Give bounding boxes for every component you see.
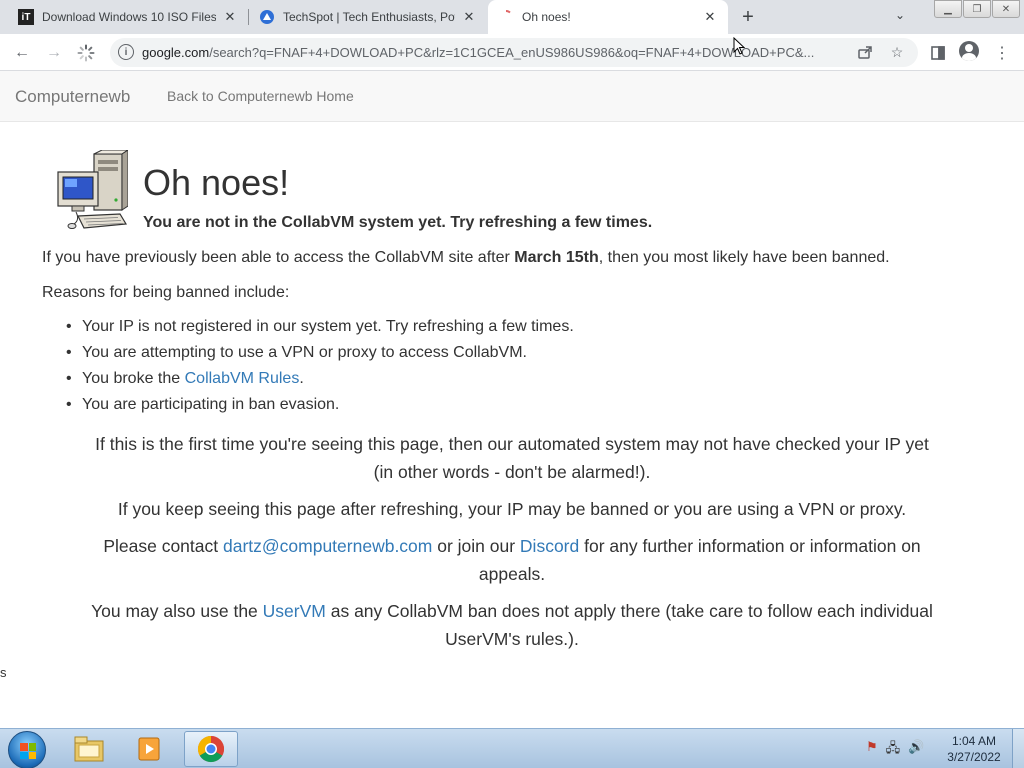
uservm-link[interactable]: UserVM [263,601,326,621]
back-arrow-icon[interactable]: ← [10,41,34,65]
list-item: You are attempting to use a VPN or proxy… [66,344,574,370]
bookmark-star-icon[interactable]: ☆ [888,43,906,61]
email-link[interactable]: dartz@computernewb.com [223,536,432,556]
system-tray: ⚑ 🖧 🔊 [866,739,924,761]
close-tab-icon[interactable]: ✕ [461,9,477,25]
contact-text: for any further information or informati… [579,536,921,556]
itpro-favicon-icon: iT [18,9,34,25]
uservm-text: You may also use the [91,601,263,621]
side-panel-icon[interactable] [926,41,950,65]
rules-link[interactable]: CollabVM Rules [185,370,300,387]
action-center-flag-icon[interactable]: ⚑ [866,739,878,761]
close-tab-icon[interactable]: ✕ [222,9,238,25]
tab-title: Download Windows 10 ISO Files [42,10,216,24]
chrome-icon[interactable] [184,731,238,767]
discord-link[interactable]: Discord [520,536,579,556]
tab-oh-noes[interactable]: Oh noes! ✕ [488,0,728,34]
tab-techspot[interactable]: TechSpot | Tech Enthusiasts, Pow ✕ [249,0,487,34]
site-brand[interactable]: Computernewb [15,87,130,107]
tab-strip: iT Download Windows 10 ISO Files ✕ TechS… [0,0,1024,34]
home-link[interactable]: Back to Computernewb Home [167,88,354,104]
list-item: Your IP is not registered in our system … [66,318,574,344]
show-desktop-button[interactable] [1012,729,1024,768]
intro-paragraph: If you have previously been able to acce… [42,249,890,267]
site-info-icon[interactable]: i [118,44,134,60]
media-player-icon[interactable] [122,731,176,767]
stray-text: s [0,665,7,680]
tab-title: Oh noes! [522,10,571,24]
tab-search-chevron-icon[interactable]: ⌄ [895,8,905,22]
loading-icon [498,9,514,25]
menu-kebab-icon[interactable]: ⋮ [990,41,1014,65]
network-icon[interactable]: 🖧 [886,739,901,761]
list-item: You are participating in ban evasion. [66,396,574,422]
address-bar[interactable]: i google.com/search?q=FNAF+4+DOWLOAD+PC&… [110,38,918,67]
first-time-line: If this is the first time you're seeing … [95,434,929,454]
explorer-icon[interactable] [62,731,116,767]
list-item: You broke the CollabVM Rules. [66,370,574,396]
page-title: Oh noes! [143,162,290,203]
url-path: /search?q=FNAF+4+DOWLOAD+PC&rlz=1C1GCEA_… [209,45,815,60]
contact-text: Please contact [103,536,223,556]
intro-date: March 15th [514,249,599,266]
minimize-button[interactable]: ▁ [934,0,962,18]
tab-download-windows[interactable]: iT Download Windows 10 ISO Files ✕ [8,0,248,34]
uservm-text: as any CollabVM ban does not apply there… [325,601,933,621]
contact-paragraph: Please contact dartz@computernewb.com or… [40,532,984,588]
share-icon[interactable] [856,43,874,61]
tab-title: TechSpot | Tech Enthusiasts, Pow [283,10,455,24]
contact-text: or join our [432,536,520,556]
url-host: google.com [142,45,210,60]
browser-toolbar: ← → i google.com/search?q=FNAF+4+DOWLOAD… [0,34,1024,71]
window-controls: ▁ ❐ ✕ [933,0,1020,18]
clock[interactable]: 1:04 AM 3/27/2022 [940,733,1008,765]
first-time-line: (in other words - don't be alarmed!). [373,462,651,482]
loading-spinner-icon[interactable] [74,41,98,65]
page-subtitle: You are not in the CollabVM system yet. … [143,214,653,231]
mouse-cursor-icon [733,37,745,55]
clock-time: 1:04 AM [951,734,997,748]
techspot-icon [259,9,275,25]
forward-arrow-icon[interactable]: → [42,41,66,65]
start-button[interactable] [8,731,46,768]
computer-icon [57,150,128,229]
new-tab-button[interactable]: + [736,5,760,29]
contact-text: appeals. [478,564,546,584]
list-item-text: You broke the [82,370,185,387]
intro-text-end: , then you most likely have been banned. [598,249,890,266]
keep-seeing-paragraph: If you keep seeing this page after refre… [117,499,907,519]
site-navbar: Computernewb Back to Computernewb Home [0,71,1024,122]
reasons-title: Reasons for being banned include: [42,284,290,301]
volume-icon[interactable]: 🔊 [908,739,924,761]
main-content: Oh noes! You are not in the CollabVM sys… [0,122,1024,728]
list-item-text: You are attempting to use a VPN or proxy… [82,344,527,361]
taskbar: ⚑ 🖧 🔊 1:04 AM 3/27/2022 [0,728,1024,768]
clock-date: 3/27/2022 [947,750,1001,764]
list-item-suffix: . [299,370,304,387]
uservm-text: UserVM's rules.). [445,629,579,649]
intro-text: If you have previously been able to acce… [42,249,515,266]
first-time-paragraph: If this is the first time you're seeing … [40,430,984,486]
windows-logo-icon [20,743,36,759]
close-window-button[interactable]: ✕ [992,0,1020,18]
url-text[interactable]: google.com/search?q=FNAF+4+DOWLOAD+PC&rl… [142,45,852,60]
restore-button[interactable]: ❐ [963,0,991,18]
profile-avatar[interactable] [959,41,979,61]
close-tab-icon[interactable]: ✕ [702,9,718,25]
list-item-text: You are participating in ban evasion. [82,396,340,413]
uservm-paragraph: You may also use the UserVM as any Colla… [40,597,984,653]
reasons-list: Your IP is not registered in our system … [66,318,574,422]
